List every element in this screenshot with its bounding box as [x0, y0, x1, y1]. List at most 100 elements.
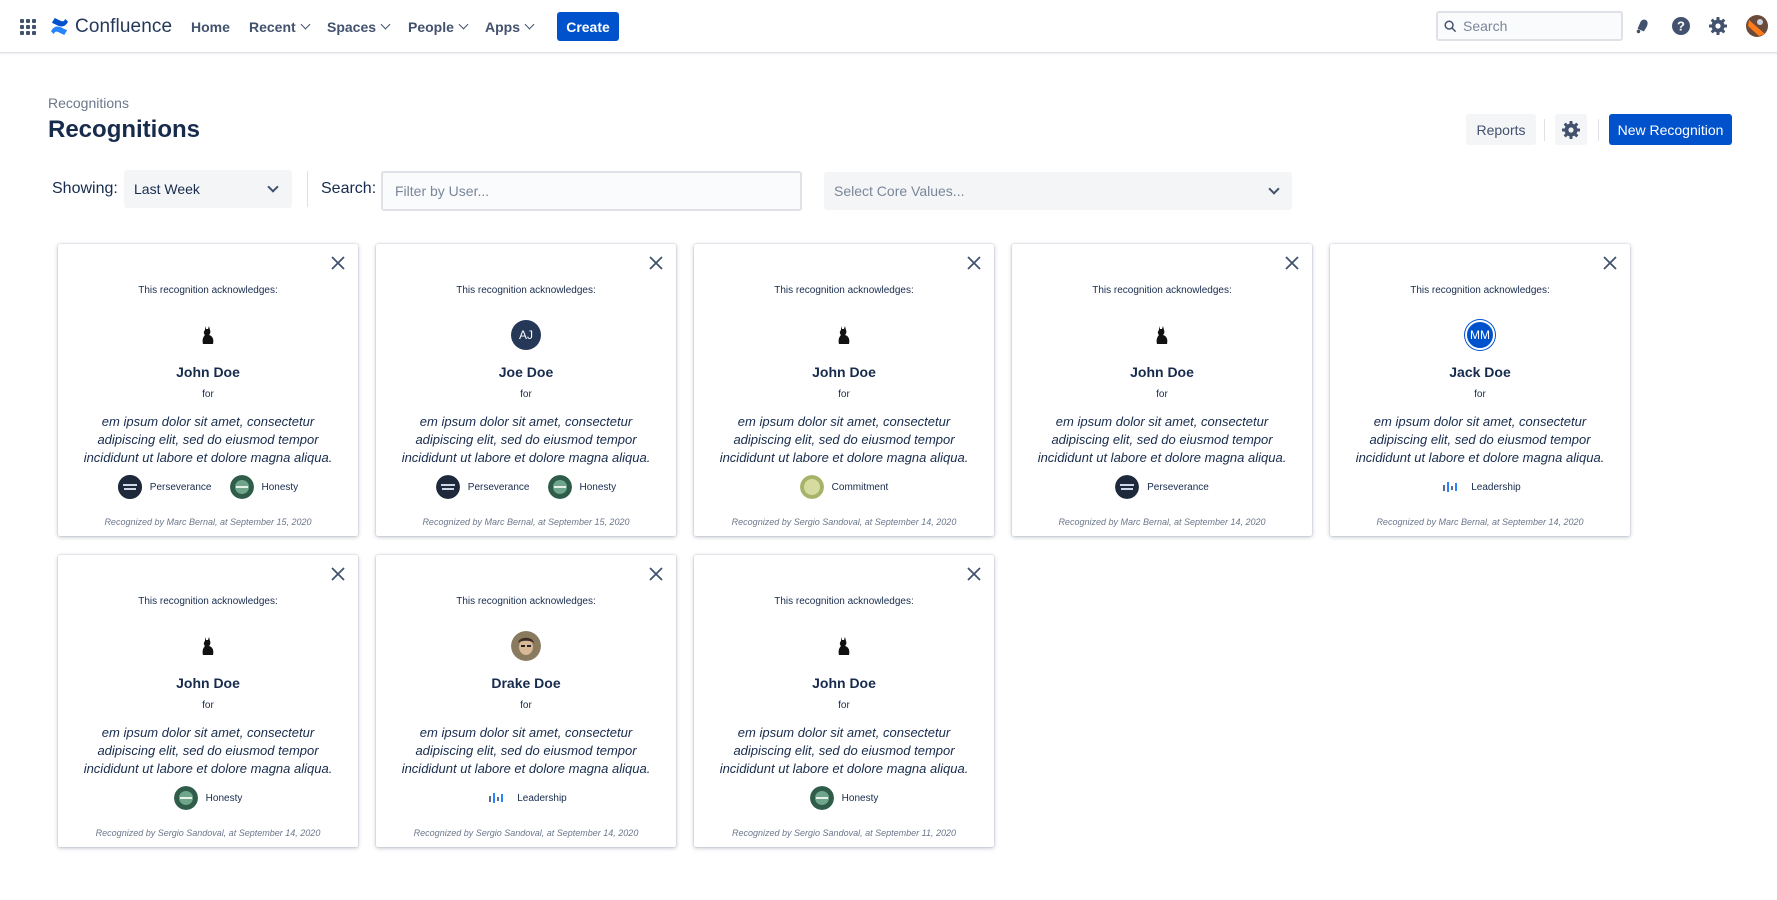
nav-apps[interactable]: Apps	[485, 0, 535, 53]
for-text: for	[520, 389, 532, 400]
leadership-badge-icon	[1439, 475, 1463, 499]
recognition-card: This recognition acknowledges: John Doe …	[58, 555, 358, 847]
chevron-down-icon	[300, 19, 311, 30]
confluence-logo-icon	[50, 17, 69, 36]
help-icon[interactable]: ?	[1669, 14, 1693, 38]
core-value: Honesty	[229, 475, 299, 499]
avatar-initials: MM	[1470, 328, 1490, 342]
close-icon[interactable]	[648, 255, 664, 271]
close-icon[interactable]	[648, 566, 664, 582]
close-icon[interactable]	[966, 566, 982, 582]
user-filter-input[interactable]	[395, 183, 785, 199]
gear-icon	[1562, 120, 1580, 139]
close-icon[interactable]	[1284, 255, 1300, 271]
acknowledges-text: This recognition acknowledges:	[1092, 285, 1232, 296]
recognition-message: em ipsum dolor sit amet, consectetur adi…	[401, 414, 651, 465]
period-select-value: Last Week	[134, 181, 200, 197]
core-values: Honesty	[694, 786, 994, 810]
period-select[interactable]: Last Week	[124, 170, 292, 208]
for-text: for	[838, 389, 850, 400]
honesty-badge-icon	[809, 786, 834, 810]
avatar: AJ	[511, 320, 541, 350]
core-value-label: Perseverance	[149, 481, 212, 493]
recognition-card: This recognition acknowledges: John Doe …	[1012, 244, 1312, 536]
acknowledges-text: This recognition acknowledges:	[138, 596, 278, 607]
close-icon[interactable]	[966, 255, 982, 271]
acknowledges-text: This recognition acknowledges:	[774, 285, 914, 296]
acknowledges-text: This recognition acknowledges:	[138, 285, 278, 296]
core-value-label: Honesty	[261, 481, 299, 493]
app-switcher-icon[interactable]	[20, 0, 40, 53]
core-value: Honesty	[547, 475, 616, 499]
recipient-name: John Doe	[812, 364, 876, 380]
user-filter-field[interactable]	[381, 171, 802, 211]
chevron-down-icon	[267, 181, 279, 193]
perseverance-badge-icon	[117, 475, 142, 499]
core-value-label: Leadership	[1471, 481, 1521, 493]
close-icon[interactable]	[1602, 255, 1618, 271]
recognition-card: This recognition acknowledges: John Doe …	[694, 555, 994, 847]
recognized-by-text: Recognized by Sergio Sandoval, at Septem…	[731, 517, 957, 527]
showing-label: Showing:	[52, 180, 118, 197]
core-value: Perseverance	[117, 475, 212, 499]
core-value-label: Leadership	[517, 792, 567, 804]
core-values: Honesty	[58, 786, 358, 810]
honesty-badge-icon	[547, 475, 572, 499]
recipient-name: John Doe	[812, 675, 876, 691]
core-values: Leadership	[1330, 475, 1630, 499]
reports-button[interactable]: Reports	[1466, 114, 1536, 145]
avatar-initials: AJ	[518, 328, 533, 342]
nav-home[interactable]: Home	[191, 0, 230, 53]
search-label: Search:	[321, 180, 377, 197]
recognition-message: em ipsum dolor sit amet, consectetur adi…	[83, 725, 333, 776]
nav-people[interactable]: People	[408, 0, 469, 53]
cat-icon	[193, 320, 223, 350]
global-search-input[interactable]	[1463, 18, 1613, 34]
filter-divider	[307, 171, 308, 207]
cat-icon	[1147, 320, 1177, 350]
recognition-message: em ipsum dolor sit amet, consectetur adi…	[719, 414, 969, 465]
core-values: Perseverance Honesty	[376, 475, 676, 499]
avatar: MM	[1465, 320, 1495, 350]
nav-recent[interactable]: Recent	[249, 0, 311, 53]
recipient-name: John Doe	[176, 364, 240, 380]
confluence-logo[interactable]: Confluence	[50, 0, 172, 53]
recognition-card: This recognition acknowledges: Drake Doe…	[376, 555, 676, 847]
toolbar-divider	[1598, 119, 1599, 141]
global-search[interactable]	[1436, 11, 1623, 41]
core-value: Honesty	[809, 786, 878, 810]
core-values: Commitment	[694, 475, 994, 499]
new-recognition-button[interactable]: New Recognition	[1609, 114, 1732, 145]
recognition-message: em ipsum dolor sit amet, consectetur adi…	[719, 725, 969, 776]
settings-icon[interactable]	[1706, 14, 1730, 38]
honesty-badge-icon	[173, 786, 198, 810]
core-values-select[interactable]: Select Core Values...	[824, 172, 1292, 210]
acknowledges-text: This recognition acknowledges:	[456, 596, 596, 607]
core-value: Leadership	[485, 786, 567, 810]
cat-icon	[829, 631, 859, 661]
recognized-by-text: Recognized by Sergio Sandoval, at Septem…	[413, 828, 639, 838]
profile-avatar[interactable]	[1745, 14, 1769, 38]
page-title: Recognitions	[48, 116, 201, 143]
create-button[interactable]: Create	[557, 12, 619, 41]
nav-spaces[interactable]: Spaces	[327, 0, 391, 53]
recognition-card: This recognition acknowledges: AJ Joe Do…	[376, 244, 676, 536]
notifications-icon[interactable]	[1631, 14, 1655, 38]
recognition-message: em ipsum dolor sit amet, consectetur adi…	[83, 414, 333, 465]
core-value: Perseverance	[435, 475, 530, 499]
acknowledges-text: This recognition acknowledges:	[774, 596, 914, 607]
close-icon[interactable]	[330, 255, 346, 271]
person-photo-avatar	[511, 631, 541, 661]
recognized-by-text: Recognized by Sergio Sandoval, at Septem…	[95, 828, 321, 838]
recipient-name: John Doe	[1130, 364, 1194, 380]
recognition-card: This recognition acknowledges: John Doe …	[694, 244, 994, 536]
recognition-settings-button[interactable]	[1555, 114, 1587, 145]
nav-home-label: Home	[191, 18, 230, 35]
close-icon[interactable]	[330, 566, 346, 582]
chevron-down-icon	[380, 19, 391, 30]
for-text: for	[1156, 389, 1168, 400]
perseverance-badge-icon	[435, 475, 460, 499]
for-text: for	[202, 389, 214, 400]
breadcrumb[interactable]: Recognitions	[48, 95, 129, 111]
recipient-name: Joe Doe	[498, 364, 554, 380]
